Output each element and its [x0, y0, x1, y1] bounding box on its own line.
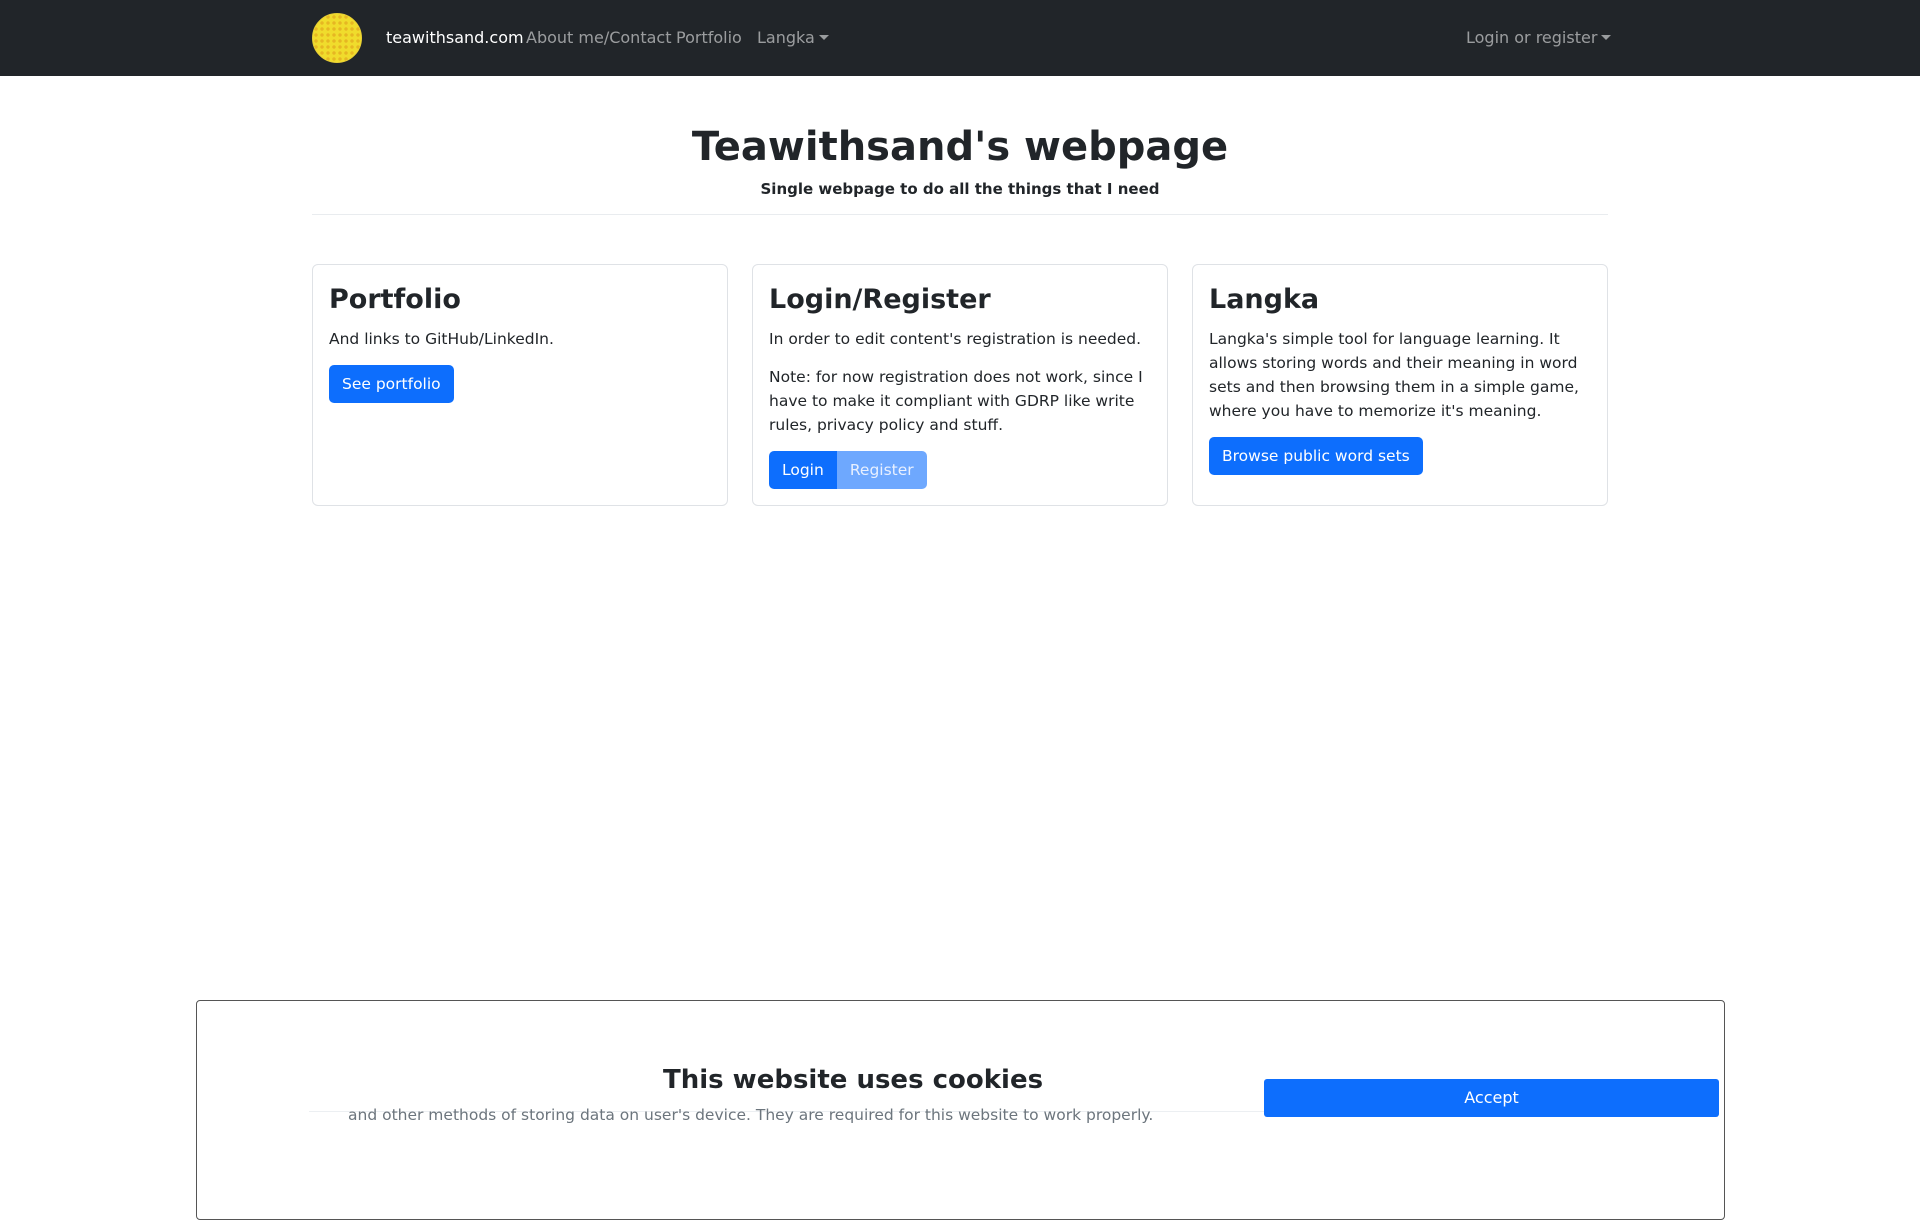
- browse-word-sets-button[interactable]: Browse public word sets: [1209, 437, 1423, 475]
- nav-langka-label: Langka: [757, 28, 815, 47]
- portfolio-card-title: Portfolio: [329, 284, 461, 315]
- login-register-card: Login/Register In order to edit content'…: [752, 264, 1168, 506]
- account-dropdown[interactable]: Login or register: [1466, 27, 1612, 49]
- nav-about-contact[interactable]: About me/Contact: [526, 27, 671, 49]
- nav-langka-dropdown[interactable]: Langka: [757, 27, 829, 49]
- langka-card-title: Langka: [1209, 284, 1320, 315]
- page-subtitle: Single webpage to do all the things that…: [760, 180, 1160, 198]
- chevron-down-icon: [818, 35, 829, 40]
- login-card-note: Note: for now registration does not work…: [769, 368, 1143, 434]
- accept-cookies-button[interactable]: Accept: [1264, 1079, 1719, 1117]
- login-button[interactable]: Login: [769, 451, 837, 489]
- portfolio-card-text: And links to GitHub/LinkedIn.: [329, 330, 554, 348]
- cookie-banner: This website uses cookies and other meth…: [196, 1000, 1725, 1220]
- portfolio-card: Portfolio And links to GitHub/LinkedIn. …: [312, 264, 728, 506]
- see-portfolio-button[interactable]: See portfolio: [329, 365, 454, 403]
- account-dropdown-label: Login or register: [1466, 28, 1598, 47]
- top-navbar: teawithsand.com About me/Contact Portfol…: [0, 0, 1920, 76]
- brand-link[interactable]: teawithsand.com: [386, 27, 524, 49]
- login-card-text: In order to edit content's registration …: [769, 330, 1142, 348]
- langka-card: Langka Langka's simple tool for language…: [1192, 264, 1608, 506]
- cookie-title: This website uses cookies: [663, 1065, 1044, 1095]
- login-card-title: Login/Register: [769, 284, 991, 315]
- site-logo[interactable]: [312, 13, 362, 63]
- cookie-text: and other methods of storing data on use…: [348, 1106, 1154, 1124]
- chevron-down-icon: [1601, 35, 1612, 40]
- register-button[interactable]: Register: [836, 451, 927, 489]
- nav-portfolio[interactable]: Portfolio: [676, 27, 742, 49]
- header-divider: [312, 214, 1608, 215]
- login-register-button-group: Login Register: [769, 451, 927, 489]
- langka-card-text: Langka's simple tool for language learni…: [1209, 330, 1579, 420]
- page-title: Teawithsand's webpage: [691, 124, 1229, 170]
